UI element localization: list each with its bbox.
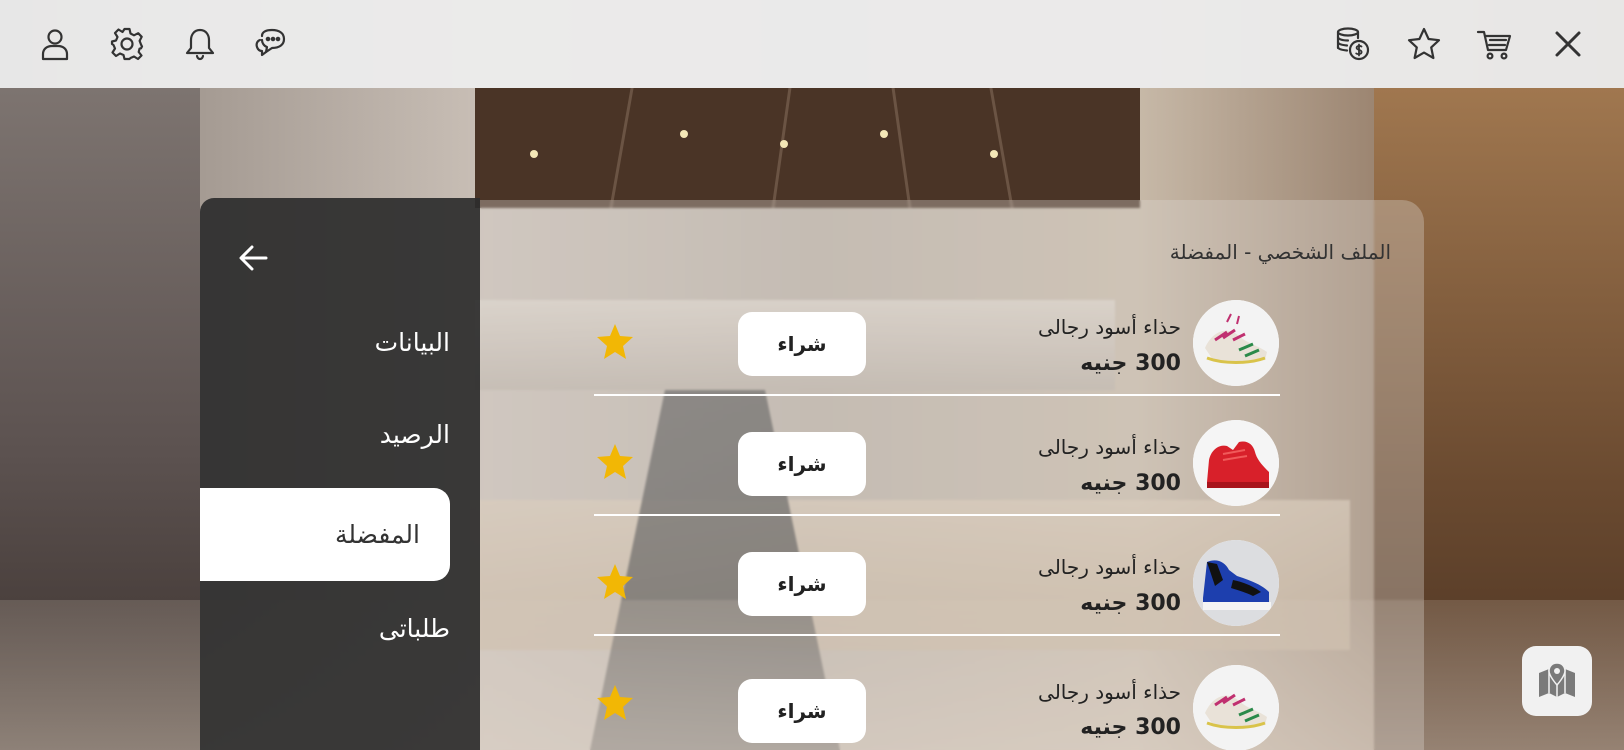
product-image[interactable] xyxy=(1193,540,1279,626)
favorites-panel: الملف الشخصي - المفضلة حذاء أسود رجالى 3… xyxy=(480,200,1424,750)
sidebar-item-data[interactable]: البيانات xyxy=(375,328,450,357)
product-image[interactable] xyxy=(1193,300,1279,386)
product-name: حذاء أسود رجالى xyxy=(1038,315,1181,339)
chat-icon[interactable] xyxy=(250,22,294,66)
sidebar-item-label: المفضلة xyxy=(334,520,420,549)
list-item: حذاء أسود رجالى 300 جنيه شراء xyxy=(480,418,1424,538)
star-icon[interactable] xyxy=(1402,22,1446,66)
buy-button[interactable]: شراء xyxy=(738,312,866,376)
top-bar xyxy=(0,0,1624,88)
user-icon[interactable] xyxy=(33,22,77,66)
bell-icon[interactable] xyxy=(178,22,222,66)
sidebar-item-orders[interactable]: طلباتى xyxy=(379,614,450,643)
map-button[interactable] xyxy=(1522,646,1592,716)
divider xyxy=(594,394,1280,396)
product-price: 300 جنيه xyxy=(1080,351,1181,376)
breadcrumb: الملف الشخصي - المفضلة xyxy=(1169,240,1391,264)
product-image[interactable] xyxy=(1193,665,1279,750)
divider xyxy=(594,634,1280,636)
gear-icon[interactable] xyxy=(105,22,149,66)
divider xyxy=(594,514,1280,516)
buy-button[interactable]: شراء xyxy=(738,679,866,743)
sidebar-item-balance[interactable]: الرصيد xyxy=(380,420,450,449)
sidebar-item-favorites[interactable]: المفضلة xyxy=(200,488,450,581)
favorite-star-icon[interactable] xyxy=(595,322,635,362)
favorite-star-icon[interactable] xyxy=(595,442,635,482)
cart-icon[interactable] xyxy=(1472,22,1516,66)
close-icon[interactable] xyxy=(1546,22,1590,66)
map-icon xyxy=(1539,662,1575,697)
product-name: حذاء أسود رجالى xyxy=(1038,435,1181,459)
back-arrow-icon[interactable] xyxy=(230,234,278,282)
list-item: حذاء أسود رجالى 300 جنيه شراء xyxy=(480,538,1424,658)
buy-button[interactable]: شراء xyxy=(738,432,866,496)
list-item: حذاء أسود رجالى 300 جنيه شراء xyxy=(480,298,1424,418)
product-price: 300 جنيه xyxy=(1080,715,1181,740)
list-item: حذاء أسود رجالى 300 جنيه شراء xyxy=(480,665,1424,750)
product-name: حذاء أسود رجالى xyxy=(1038,680,1181,704)
product-image[interactable] xyxy=(1193,420,1279,506)
product-price: 300 جنيه xyxy=(1080,591,1181,616)
coins-icon[interactable] xyxy=(1330,22,1374,66)
favorite-star-icon[interactable] xyxy=(595,683,635,723)
favorite-star-icon[interactable] xyxy=(595,562,635,602)
buy-button[interactable]: شراء xyxy=(738,552,866,616)
product-price: 300 جنيه xyxy=(1080,471,1181,496)
profile-sidebar: البيانات الرصيد المفضلة طلباتى xyxy=(200,198,480,750)
product-name: حذاء أسود رجالى xyxy=(1038,555,1181,579)
